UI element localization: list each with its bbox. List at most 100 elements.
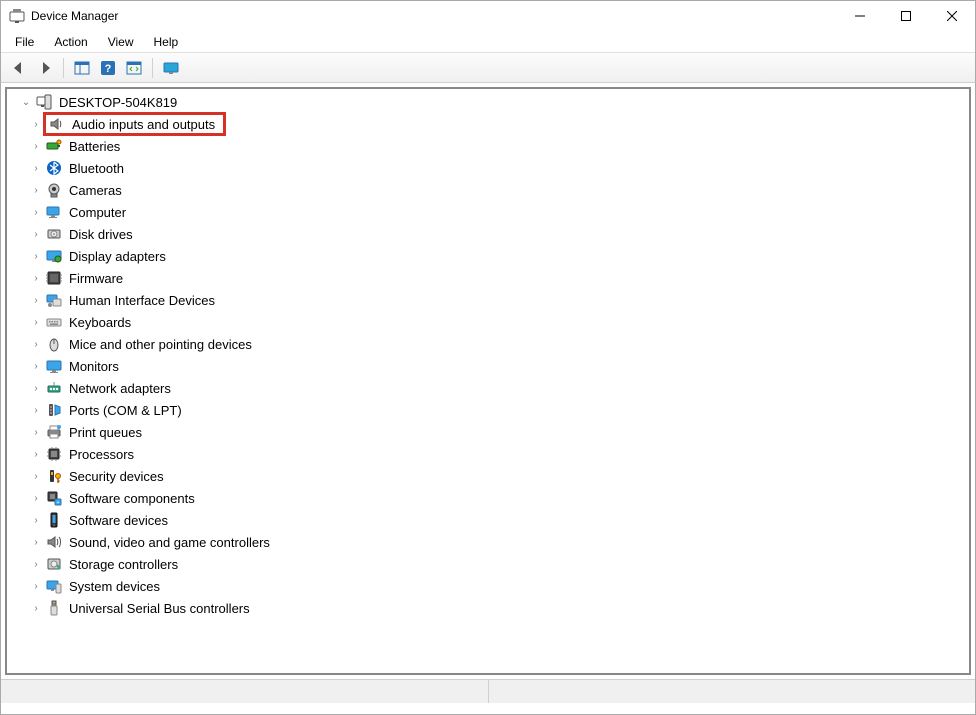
expand-icon[interactable]: ›	[29, 163, 43, 174]
app-icon	[9, 8, 25, 24]
expand-icon[interactable]: ›	[29, 119, 43, 130]
tree-item-label: Mice and other pointing devices	[67, 336, 254, 353]
monitor-button[interactable]	[159, 56, 183, 80]
tree-item[interactable]: › Processors	[27, 443, 969, 465]
back-button[interactable]	[7, 56, 31, 80]
computer-icon	[35, 93, 53, 111]
swdev-icon	[45, 511, 63, 529]
show-hide-console-tree-button[interactable]	[70, 56, 94, 80]
maximize-button[interactable]	[883, 1, 929, 31]
expand-icon[interactable]: ›	[29, 229, 43, 240]
printer-icon	[45, 423, 63, 441]
expand-icon[interactable]: ›	[29, 559, 43, 570]
expand-icon[interactable]: ›	[29, 515, 43, 526]
tree-item[interactable]: › Sound, video and game controllers	[27, 531, 969, 553]
tree-item-label: System devices	[67, 578, 162, 595]
collapse-icon[interactable]: ⌄	[19, 97, 33, 108]
tree-root[interactable]: ⌄ DESKTOP-504K819	[7, 91, 969, 113]
expand-icon[interactable]: ›	[29, 493, 43, 504]
tree-item-label: Sound, video and game controllers	[67, 534, 272, 551]
tree-item-label: Security devices	[67, 468, 166, 485]
menu-view[interactable]: View	[98, 32, 144, 52]
menu-file[interactable]: File	[5, 32, 44, 52]
tree-item[interactable]: ›Network adapters	[27, 377, 969, 399]
tree-item-label: Cameras	[67, 182, 124, 199]
minimize-button[interactable]	[837, 1, 883, 31]
window-title: Device Manager	[31, 9, 837, 23]
tree-item-label: Firmware	[67, 270, 125, 287]
expand-icon[interactable]: ›	[29, 317, 43, 328]
computer-icon	[45, 203, 63, 221]
tree-item-label: Audio inputs and outputs	[70, 116, 217, 133]
toolbar-separator	[152, 58, 153, 78]
firmware-icon	[45, 269, 63, 287]
tree-item[interactable]: ›+Software components	[27, 487, 969, 509]
system-icon	[45, 577, 63, 595]
tree-item-label: Bluetooth	[67, 160, 126, 177]
expand-icon[interactable]: ›	[29, 207, 43, 218]
expand-icon[interactable]: ›	[29, 295, 43, 306]
tree-item[interactable]: › System devices	[27, 575, 969, 597]
battery-icon	[45, 137, 63, 155]
tree-item[interactable]: › Print queues	[27, 421, 969, 443]
menu-action[interactable]: Action	[44, 32, 97, 52]
expand-icon[interactable]: ›	[29, 251, 43, 262]
tree-item[interactable]: ›Storage controllers	[27, 553, 969, 575]
tree-item-label: Print queues	[67, 424, 144, 441]
tree-item-label: Monitors	[67, 358, 121, 375]
expand-icon[interactable]: ›	[29, 603, 43, 614]
scan-hardware-button[interactable]	[122, 56, 146, 80]
hid-icon	[45, 291, 63, 309]
menu-help[interactable]: Help	[144, 32, 189, 52]
expand-icon[interactable]: ›	[29, 141, 43, 152]
tree-item[interactable]: › Cameras	[27, 179, 969, 201]
tree-item[interactable]: › Monitors	[27, 355, 969, 377]
close-button[interactable]	[929, 1, 975, 31]
tree-item[interactable]: › Disk drives	[27, 223, 969, 245]
toolbar-separator	[63, 58, 64, 78]
storage-icon	[45, 555, 63, 573]
tree-item[interactable]: › Software devices	[27, 509, 969, 531]
tree-item[interactable]: › Bluetooth	[27, 157, 969, 179]
expand-icon[interactable]: ›	[29, 273, 43, 284]
tree-item[interactable]: › Keyboards	[27, 311, 969, 333]
tree-item[interactable]: › Human Interface Devices	[27, 289, 969, 311]
bluetooth-icon	[45, 159, 63, 177]
tree-item[interactable]: ›Display adapters	[27, 245, 969, 267]
tree-item[interactable]: › Audio inputs and outputs	[27, 113, 969, 135]
monitor-icon	[45, 357, 63, 375]
expand-icon[interactable]: ›	[29, 581, 43, 592]
swcomp-icon: +	[45, 489, 63, 507]
expand-icon[interactable]: ›	[29, 405, 43, 416]
tree-item-label: Disk drives	[67, 226, 135, 243]
titlebar: Device Manager	[1, 1, 975, 31]
svg-text:?: ?	[105, 63, 112, 75]
forward-button[interactable]	[33, 56, 57, 80]
tree-item[interactable]: ›Universal Serial Bus controllers	[27, 597, 969, 619]
tree-item[interactable]: › Security devices	[27, 465, 969, 487]
device-tree: ⌄ DESKTOP-504K819 › Audio inputs and outp…	[7, 89, 969, 623]
help-button[interactable]: ?	[96, 56, 120, 80]
tree-item[interactable]: › Firmware	[27, 267, 969, 289]
tree-item-label: Software devices	[67, 512, 170, 529]
status-cell	[1, 680, 489, 703]
expand-icon[interactable]: ›	[29, 383, 43, 394]
tree-item-label: Software components	[67, 490, 197, 507]
tree-item[interactable]: › Mice and other pointing devices	[27, 333, 969, 355]
tree-item[interactable]: ›Batteries	[27, 135, 969, 157]
tree-item-label: Processors	[67, 446, 136, 463]
status-cell	[489, 680, 976, 703]
expand-icon[interactable]: ›	[29, 185, 43, 196]
tree-item-label: Human Interface Devices	[67, 292, 217, 309]
expand-icon[interactable]: ›	[29, 361, 43, 372]
tree-item[interactable]: ›Ports (COM & LPT)	[27, 399, 969, 421]
expand-icon[interactable]: ›	[29, 449, 43, 460]
expand-icon[interactable]: ›	[29, 427, 43, 438]
device-tree-panel[interactable]: ⌄ DESKTOP-504K819 › Audio inputs and outp…	[5, 87, 971, 675]
tree-item[interactable]: ›Computer	[27, 201, 969, 223]
expand-icon[interactable]: ›	[29, 537, 43, 548]
tree-item-label: Keyboards	[67, 314, 133, 331]
expand-icon[interactable]: ›	[29, 339, 43, 350]
status-bar	[1, 679, 975, 703]
expand-icon[interactable]: ›	[29, 471, 43, 482]
